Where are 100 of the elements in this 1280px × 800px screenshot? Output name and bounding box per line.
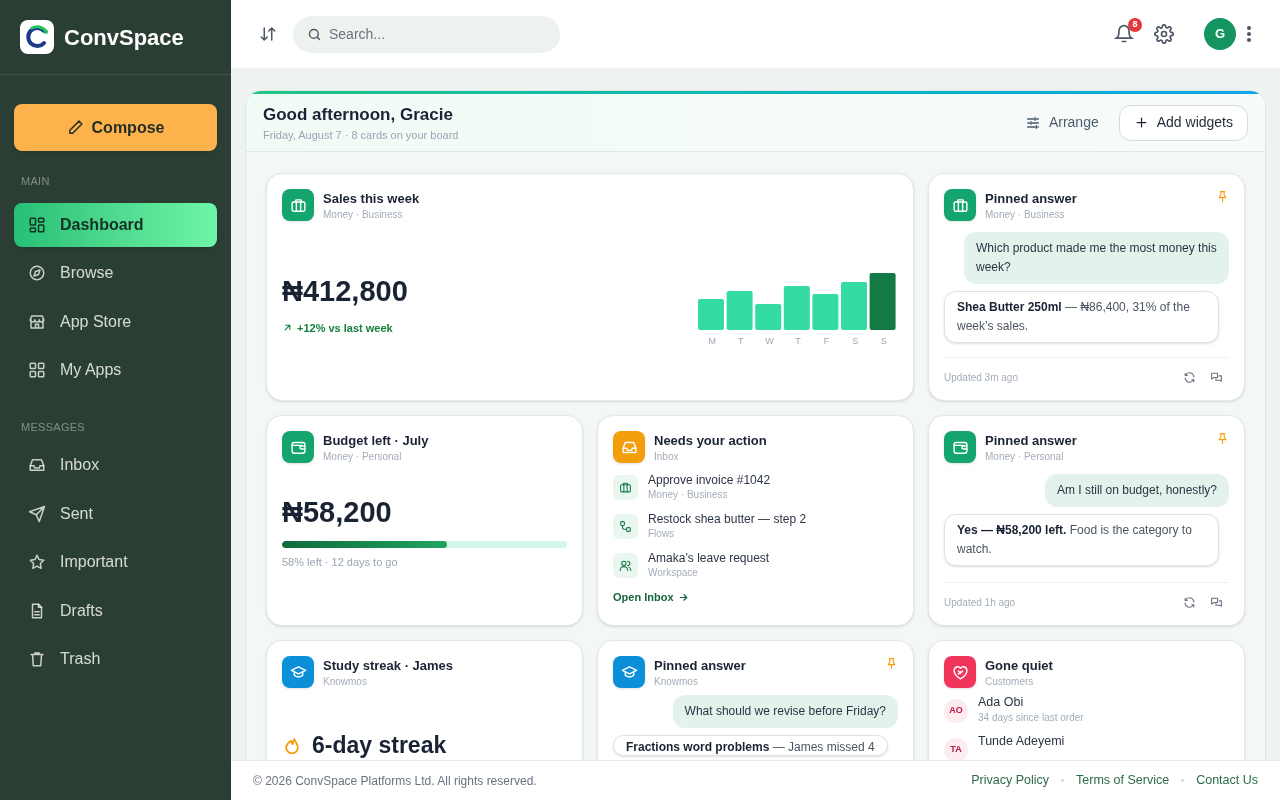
nav-item[interactable]: Trash [14, 637, 217, 681]
updated-time: Updated 1h ago [944, 596, 1017, 610]
chat-icon[interactable] [1210, 596, 1223, 609]
people-icon [619, 559, 632, 572]
card-title: Pinned answer [985, 190, 1078, 208]
day-label: S [879, 335, 888, 349]
nav-item[interactable]: Dashboard [14, 202, 217, 247]
nav-item[interactable]: Important [14, 540, 217, 584]
action-item[interactable]: Approve invoice #1042 Money · Business [613, 472, 898, 502]
nav-item[interactable]: App Store [14, 299, 217, 344]
action-item[interactable]: Amaka’s leave request Workspace [613, 550, 898, 580]
day-label: F [822, 335, 831, 349]
board-subtitle: Friday, August 7 · 8 cards on your board [263, 128, 460, 143]
customer-initials-avatar: AO [944, 699, 968, 723]
customer-name: Ada Obi [978, 694, 1025, 711]
footer-link[interactable]: Privacy Policy [971, 771, 1050, 790]
copyright-text: © 2026 ConvSpace Platforms Ltd. All rights reserved. [253, 772, 538, 790]
day-label: W [764, 335, 775, 349]
customer-initials-avatar: TA [944, 738, 968, 760]
chat-icon[interactable] [1210, 371, 1223, 384]
customer-name: Tunde Adeyemi [978, 733, 1065, 750]
answer-bubble: Yes — ₦58,200 left. Food is the category to watch. [944, 514, 1219, 566]
action-subtitle: Workspace [648, 566, 699, 580]
send-icon [28, 504, 46, 523]
inbox-tray-icon [28, 456, 46, 474]
greeting-title: Good afternoon, Gracie [263, 103, 454, 126]
refresh-icon[interactable] [1183, 371, 1196, 384]
question-bubble: Am I still on budget, honestly? [1044, 474, 1229, 507]
nav-item[interactable]: My Apps [14, 348, 217, 392]
day-label: T [794, 335, 802, 349]
settings-icon[interactable] [1154, 24, 1174, 44]
action-title: Amaka’s leave request [648, 550, 770, 566]
user-avatar[interactable]: G [1204, 18, 1236, 50]
sales-delta: +12% vs last week [297, 320, 393, 336]
question-bubble: Which product made me the most money this week? [964, 232, 1229, 284]
refresh-icon[interactable] [1183, 596, 1196, 609]
sliders-icon [1024, 114, 1041, 131]
graduation-cap-icon [289, 663, 307, 681]
open-inbox-link[interactable]: Open Inbox [613, 589, 689, 606]
compose-button[interactable]: Compose [14, 104, 217, 151]
card-subtitle: Knowmos [654, 675, 699, 688]
search-field[interactable]: Search... [293, 15, 560, 53]
streak-count: 6-day streak [312, 731, 447, 760]
action-subtitle: Flows [648, 527, 676, 541]
customer-note: 34 days since last order [978, 711, 1084, 725]
graduation-cap-icon [620, 663, 638, 681]
search-icon [307, 26, 322, 42]
sales-amount: ₦412,800 [282, 274, 408, 309]
budget-note: 58% left · 12 days to go [282, 554, 399, 570]
section-label: MESSAGES [20, 419, 86, 435]
briefcase-icon [289, 196, 307, 214]
flame-icon [282, 735, 302, 756]
card-subtitle: Money · Business [323, 208, 404, 221]
compass-icon [28, 264, 46, 282]
heart-icon [951, 663, 969, 681]
card-title: Needs your action [654, 432, 768, 450]
pencil-icon [66, 119, 84, 136]
card-subtitle: Money · Personal [323, 450, 403, 463]
arrange-button[interactable]: Arrange [1012, 104, 1111, 141]
card-title: Study streak · James [323, 657, 455, 675]
briefcase-icon [951, 196, 969, 214]
section-label: MAIN [20, 174, 51, 189]
answer-bubble: Fractions word problems — James missed 4 [613, 735, 888, 756]
action-item[interactable]: Restock shea butter — step 2 Flows [613, 511, 898, 541]
card-title: Budget left · July [323, 432, 430, 450]
plus-icon [1133, 115, 1149, 130]
footer-link[interactable]: Contact Us [1196, 771, 1258, 790]
sort-icon[interactable] [259, 25, 277, 43]
card-title: Gone quiet [985, 657, 1054, 675]
answer-bubble: Shea Butter 250ml — ₦86,400, 31% of the week’s sales. [944, 291, 1219, 343]
arrow-right-icon [677, 591, 689, 603]
card-subtitle: Money · Business [985, 208, 1066, 221]
card-title: Sales this week [323, 190, 421, 208]
trash-icon [28, 650, 46, 668]
nav-item[interactable]: Inbox [14, 443, 217, 487]
footer-link[interactable]: Terms of Service [1076, 771, 1170, 790]
card-subtitle: Customers [985, 675, 1035, 688]
notification-badge: 8 [1128, 18, 1142, 32]
nav-item[interactable]: Drafts [14, 588, 217, 633]
add-widgets-button[interactable]: Add widgets [1118, 104, 1248, 141]
store-icon [28, 312, 46, 331]
action-subtitle: Money · Business [648, 488, 729, 502]
nav-item[interactable]: Sent [14, 491, 217, 536]
dashboard-icon [28, 215, 46, 234]
star-icon [28, 553, 46, 571]
card-title: Pinned answer [654, 657, 747, 675]
updated-time: Updated 3m ago [944, 371, 1019, 385]
apps-grid-icon [28, 361, 46, 379]
brand-name: ConvSpace [64, 23, 184, 52]
notification-bell-icon[interactable] [1114, 24, 1134, 44]
card-subtitle: Money · Personal [985, 450, 1065, 463]
nav-item[interactable]: Browse [14, 251, 217, 295]
card-subtitle: Knowmos [323, 675, 368, 688]
day-label: S [851, 335, 860, 349]
budget-amount: ₦58,200 [282, 495, 393, 530]
workflow-icon [619, 520, 632, 533]
day-label: M [707, 335, 718, 349]
question-bubble: What should we revise before Friday? [672, 695, 898, 728]
action-title: Approve invoice #1042 [648, 472, 771, 488]
more-options-icon[interactable] [1246, 25, 1252, 43]
